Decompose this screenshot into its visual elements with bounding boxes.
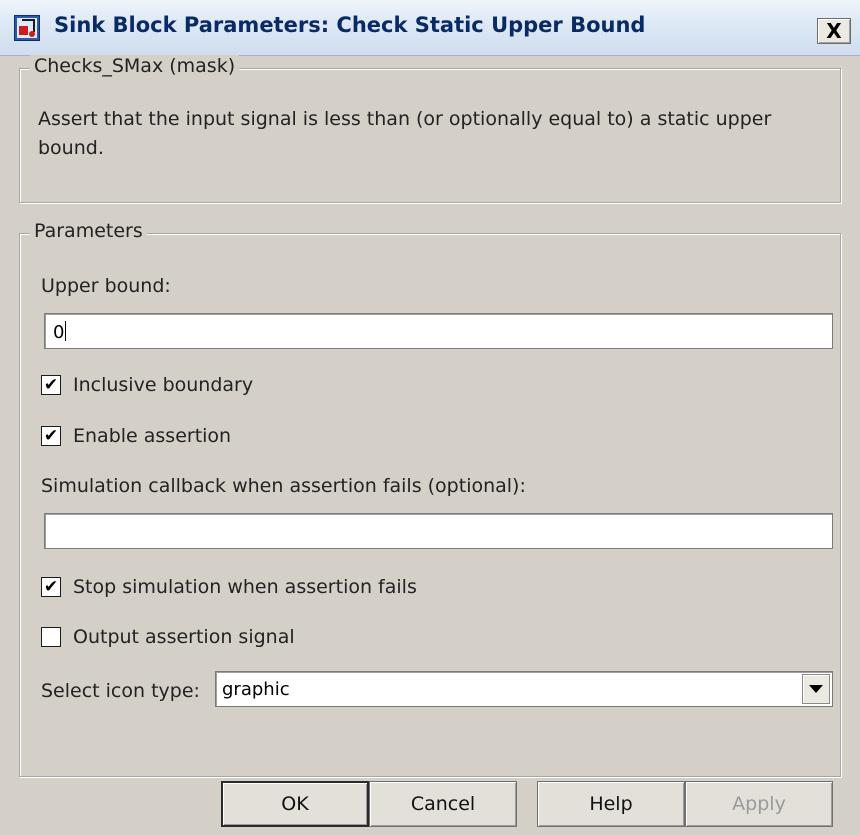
stop-simulation-label: Stop simulation when assertion fails [73,576,417,598]
parameters-group-title: Parameters [30,220,147,242]
icon-type-label: Select icon type: [41,680,200,702]
inclusive-boundary-label: Inclusive boundary [73,374,254,396]
window-title: Sink Block Parameters: Check Static Uppe… [54,13,646,37]
dropdown-arrow-icon[interactable] [802,674,830,704]
inclusive-boundary-checkbox-row[interactable]: ✔ Inclusive boundary [41,374,253,396]
icon-type-value: graphic [222,679,290,700]
output-assertion-label: Output assertion signal [73,626,295,648]
apply-button[interactable]: Apply [685,781,833,827]
stop-simulation-checkbox-row[interactable]: ✔ Stop simulation when assertion fails [41,576,417,598]
upper-bound-value: 0 [53,322,65,343]
callback-input[interactable] [44,513,833,549]
callback-label: Simulation callback when assertion fails… [41,475,526,497]
enable-assertion-checkbox[interactable]: ✔ [41,426,61,446]
output-assertion-checkbox-row[interactable]: Output assertion signal [41,626,295,648]
enable-assertion-checkbox-row[interactable]: ✔ Enable assertion [41,425,231,447]
mask-description: Assert that the input signal is less tha… [38,108,772,159]
close-button[interactable]: X [817,18,851,44]
icon-type-select[interactable]: graphic [215,671,833,707]
simulink-block-icon [14,15,40,41]
stop-simulation-checkbox[interactable]: ✔ [41,577,61,597]
ok-button[interactable]: OK [221,781,369,827]
dialog-window: Sink Block Parameters: Check Static Uppe… [0,0,860,835]
cancel-button[interactable]: Cancel [369,781,517,827]
title-bar[interactable]: Sink Block Parameters: Check Static Uppe… [0,0,860,56]
close-icon: X [826,19,842,43]
mask-group-title: Checks_SMax (mask) [30,55,240,77]
upper-bound-input[interactable]: 0 [44,313,833,349]
help-button[interactable]: Help [537,781,685,827]
enable-assertion-label: Enable assertion [73,425,232,447]
upper-bound-label: Upper bound: [41,275,171,297]
mask-groupbox: Checks_SMax (mask) Assert that the input… [19,55,841,203]
output-assertion-checkbox[interactable] [41,627,61,647]
text-caret [65,321,67,341]
inclusive-boundary-checkbox[interactable]: ✔ [41,375,61,395]
